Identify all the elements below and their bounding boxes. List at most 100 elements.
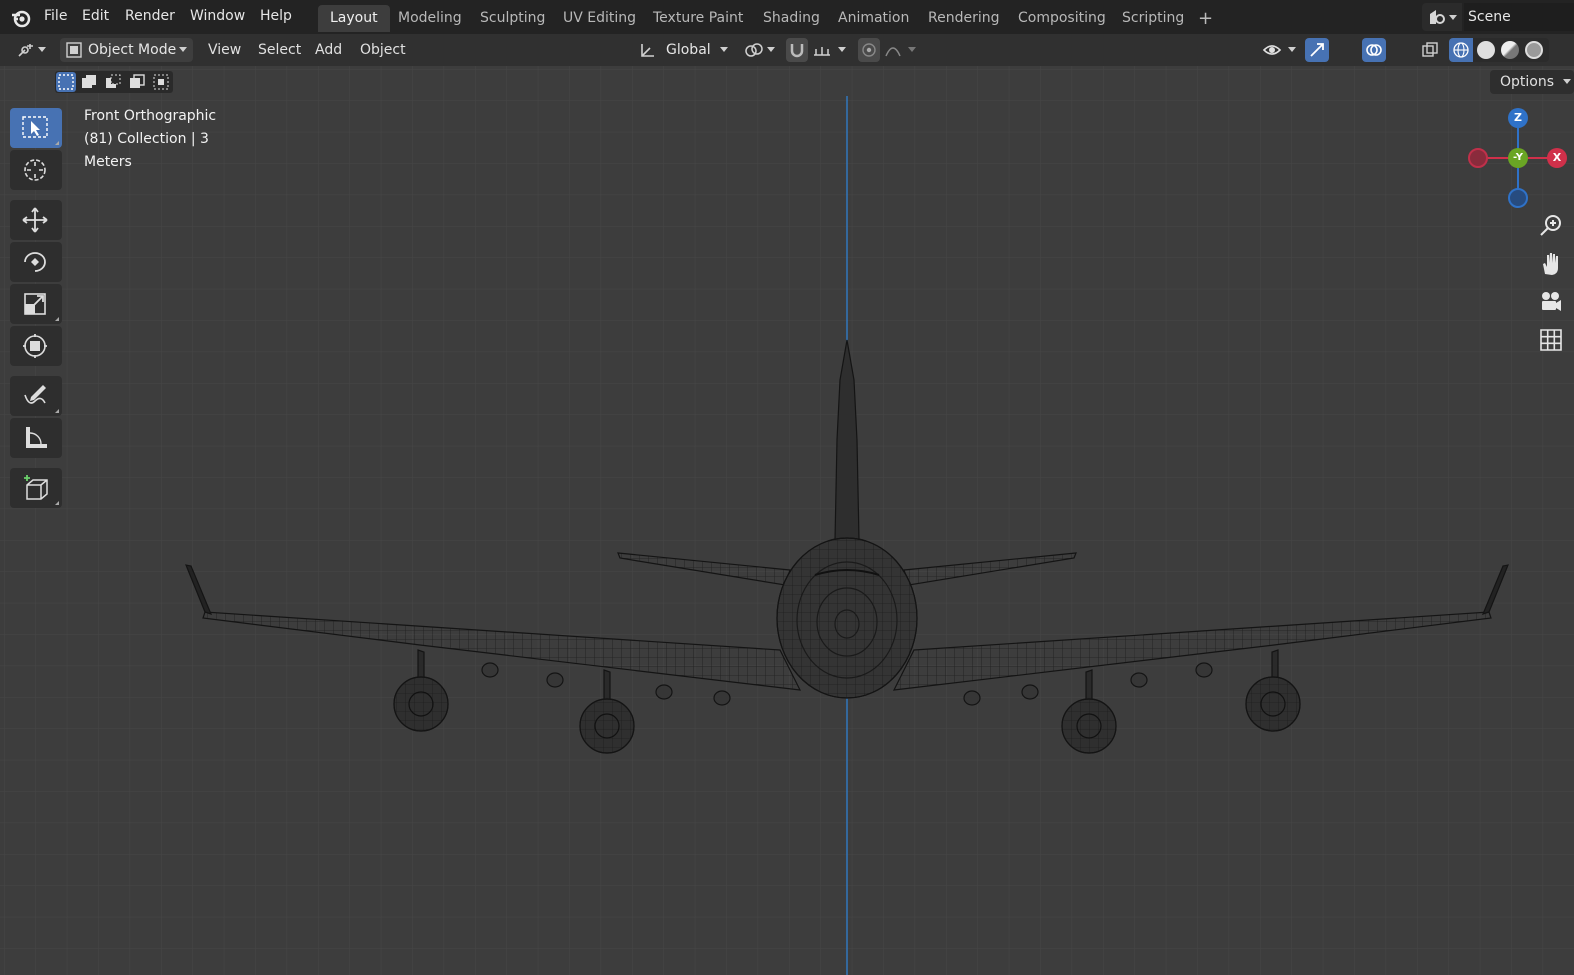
tab-shading[interactable]: Shading bbox=[751, 5, 832, 32]
shading-mode-group bbox=[1449, 38, 1549, 62]
transform-icon bbox=[23, 334, 47, 358]
snap-toggle[interactable] bbox=[786, 38, 808, 62]
snap-target-dropdown[interactable] bbox=[810, 38, 850, 62]
gizmo-neg-y-axis[interactable]: -Y bbox=[1508, 148, 1528, 168]
rotate-tool[interactable] bbox=[10, 242, 62, 282]
menu-window[interactable]: Window bbox=[190, 0, 245, 34]
airplane-wireframe[interactable] bbox=[0, 66, 1574, 975]
gizmo-neg-z-axis[interactable] bbox=[1508, 188, 1528, 208]
gizmo-x-axis[interactable]: X bbox=[1547, 148, 1567, 168]
chevron-down-icon bbox=[1288, 47, 1296, 52]
menu-help[interactable]: Help bbox=[260, 0, 292, 34]
menu-add[interactable]: Add bbox=[315, 38, 342, 62]
editor-type-icon bbox=[18, 44, 33, 57]
tool-variants-indicator bbox=[55, 501, 59, 505]
tab-modeling[interactable]: Modeling bbox=[386, 5, 474, 32]
select-subtract-icon[interactable] bbox=[103, 72, 123, 92]
chevron-down-icon bbox=[908, 47, 916, 52]
overlays-toggle[interactable] bbox=[1362, 38, 1386, 62]
mode-label: Object Mode bbox=[88, 42, 177, 58]
chevron-down-icon bbox=[838, 47, 846, 52]
overlays-icon bbox=[1366, 44, 1382, 56]
select-invert-icon[interactable] bbox=[127, 72, 147, 92]
tab-texture-paint[interactable]: Texture Paint bbox=[641, 5, 755, 32]
gizmo-z-axis[interactable]: Z bbox=[1508, 108, 1528, 128]
scene-selector[interactable]: Scene bbox=[1422, 3, 1574, 31]
select-extend-icon[interactable] bbox=[79, 72, 99, 92]
orientation-axis-icon bbox=[641, 44, 654, 57]
object-visibility-dropdown[interactable] bbox=[1260, 38, 1300, 62]
magnet-icon bbox=[790, 44, 804, 58]
scale-tool[interactable] bbox=[10, 284, 62, 324]
options-dropdown[interactable]: Options bbox=[1490, 70, 1574, 94]
tab-animation[interactable]: Animation bbox=[826, 5, 921, 32]
tab-compositing[interactable]: Compositing bbox=[1006, 5, 1118, 32]
navigation-gizmo[interactable]: Z -Y X bbox=[1468, 106, 1574, 216]
add-workspace-button[interactable]: + bbox=[1186, 5, 1225, 32]
tab-scripting[interactable]: Scripting bbox=[1110, 5, 1196, 32]
tool-variants-indicator bbox=[55, 409, 59, 413]
add-cube-tool[interactable] bbox=[10, 468, 62, 508]
camera-icon bbox=[1542, 292, 1561, 311]
editor-type-button[interactable] bbox=[10, 38, 50, 62]
cursor-icon bbox=[24, 159, 46, 181]
xray-icon bbox=[1422, 42, 1438, 57]
select-intersect-icon[interactable] bbox=[151, 72, 171, 92]
proportional-editing-toggle[interactable] bbox=[858, 38, 880, 62]
pivot-point-dropdown[interactable] bbox=[742, 38, 778, 62]
ortho-toggle-button[interactable] bbox=[1535, 324, 1567, 356]
menu-view[interactable]: View bbox=[208, 38, 241, 62]
rendered-shading-button[interactable] bbox=[1525, 41, 1543, 59]
tab-uv-editing[interactable]: UV Editing bbox=[551, 5, 648, 32]
grid-toggle-icon bbox=[1540, 329, 1562, 351]
select-box-icon bbox=[22, 116, 48, 138]
menu-object[interactable]: Object bbox=[360, 38, 406, 62]
tab-rendering[interactable]: Rendering bbox=[916, 5, 1012, 32]
wireframe-shading-button[interactable] bbox=[1449, 38, 1473, 62]
rotate-icon bbox=[24, 252, 46, 272]
camera-view-button[interactable] bbox=[1535, 286, 1567, 318]
tab-sculpting[interactable]: Sculpting bbox=[468, 5, 557, 32]
units-label: Meters bbox=[84, 154, 132, 170]
menu-file[interactable]: File bbox=[44, 0, 67, 34]
material-preview-button[interactable] bbox=[1501, 41, 1519, 59]
select-new-icon[interactable] bbox=[56, 72, 76, 92]
transform-tool[interactable] bbox=[10, 326, 62, 366]
scene-browse-button[interactable] bbox=[1422, 3, 1462, 31]
proportional-falloff-dropdown[interactable] bbox=[882, 38, 920, 62]
zoom-button[interactable] bbox=[1535, 210, 1567, 242]
scene-name-field[interactable]: Scene bbox=[1464, 3, 1574, 31]
annotate-icon bbox=[24, 385, 46, 404]
hand-pan-icon bbox=[1543, 253, 1558, 275]
solid-shading-button[interactable] bbox=[1477, 41, 1495, 59]
gizmo-toggle[interactable] bbox=[1305, 38, 1329, 62]
move-icon bbox=[22, 207, 48, 233]
xray-toggle[interactable] bbox=[1418, 38, 1442, 62]
chevron-down-icon bbox=[179, 47, 187, 52]
tool-variants-indicator bbox=[55, 317, 59, 321]
transform-orientation-dropdown[interactable]: Global bbox=[635, 38, 732, 62]
zoom-icon bbox=[1540, 215, 1561, 236]
mode-dropdown[interactable]: Object Mode bbox=[60, 38, 193, 62]
top-bar: File Edit Render Window Help Layout Mode… bbox=[0, 0, 1574, 34]
menu-edit[interactable]: Edit bbox=[82, 0, 109, 34]
pivot-point-icon bbox=[745, 43, 763, 57]
gizmo-neg-x-axis[interactable] bbox=[1468, 148, 1488, 168]
menu-render[interactable]: Render bbox=[125, 0, 175, 34]
pan-button[interactable] bbox=[1535, 248, 1567, 280]
3d-viewport[interactable]: Options Front Orthographic (81) Collecti… bbox=[0, 66, 1574, 975]
tab-layout[interactable]: Layout bbox=[318, 5, 390, 32]
viewport-header: Object Mode View Select Add Object Globa… bbox=[0, 34, 1574, 86]
options-label: Options bbox=[1500, 74, 1555, 90]
select-box-tool[interactable] bbox=[10, 108, 62, 148]
cursor-tool[interactable] bbox=[10, 150, 62, 190]
chevron-down-icon bbox=[1563, 79, 1571, 84]
move-tool[interactable] bbox=[10, 200, 62, 240]
chevron-down-icon bbox=[767, 47, 775, 52]
measure-icon bbox=[26, 427, 47, 448]
menu-select[interactable]: Select bbox=[258, 38, 301, 62]
annotate-tool[interactable] bbox=[10, 376, 62, 416]
chevron-down-icon bbox=[720, 47, 728, 52]
measure-tool[interactable] bbox=[10, 418, 62, 458]
blender-logo-icon[interactable] bbox=[10, 7, 32, 29]
